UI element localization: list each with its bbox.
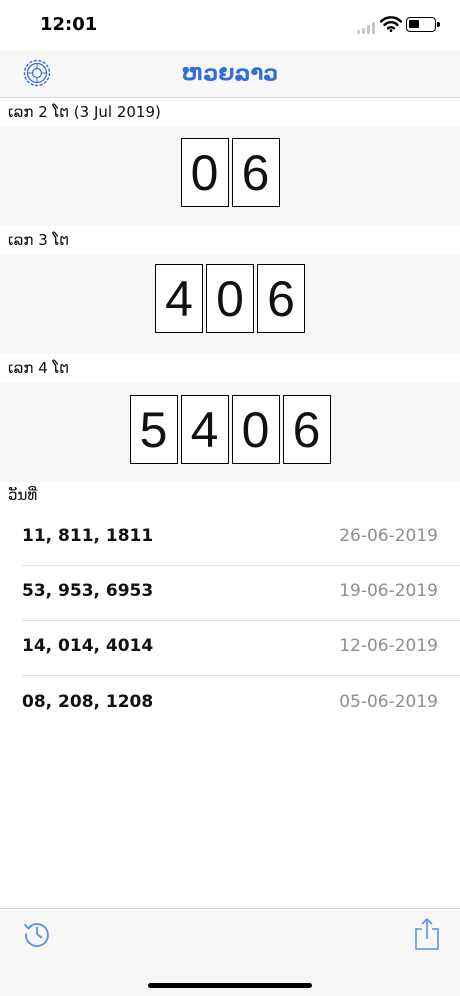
two-digit-panel: 0 6 xyxy=(0,126,460,226)
digit-box: 6 xyxy=(257,264,305,333)
digit-box: 4 xyxy=(180,395,229,464)
history-date: 05-06-2019 xyxy=(339,692,438,712)
bottom-toolbar xyxy=(0,908,460,996)
history-numbers: 14, 014, 4014 xyxy=(22,636,154,656)
app-screen: 12:01 ຫວຍລາວ ເລກ 2 ໂຕ (3 Jul 2019) 0 6 ເ… xyxy=(0,0,460,996)
digit-box: 0 xyxy=(231,395,280,464)
three-digit-row: 4 0 6 xyxy=(0,264,460,333)
digit-box: 6 xyxy=(282,395,331,464)
history-row[interactable]: 53, 953, 6953 19-06-2019 xyxy=(22,565,460,621)
four-digit-panel: 5 4 0 6 xyxy=(0,382,460,482)
digit-box: 5 xyxy=(129,395,178,464)
history-date: 12-06-2019 xyxy=(339,636,438,656)
date-section-header: ວັນທີ່ xyxy=(8,486,38,504)
navigation-bar: ຫວຍລາວ xyxy=(0,50,460,98)
home-indicator xyxy=(148,983,312,988)
history-date: 26-06-2019 xyxy=(339,526,438,546)
three-digit-label: ເລກ 3 ໂຕ xyxy=(8,231,70,249)
battery-icon xyxy=(406,17,440,32)
two-digit-label: ເລກ 2 ໂຕ (3 Jul 2019) xyxy=(8,103,161,121)
history-numbers: 08, 208, 1208 xyxy=(22,692,154,712)
digit-box: 6 xyxy=(231,138,280,207)
two-digit-row: 0 6 xyxy=(0,138,460,207)
digit-box: 0 xyxy=(180,138,229,207)
wifi-icon xyxy=(380,16,402,32)
history-numbers: 11, 811, 1811 xyxy=(22,526,154,546)
history-icon[interactable] xyxy=(22,919,52,949)
status-bar: 12:01 xyxy=(0,0,460,50)
four-digit-row: 5 4 0 6 xyxy=(0,395,460,464)
page-title: ຫວຍລາວ xyxy=(181,61,279,85)
digit-box: 0 xyxy=(206,264,254,333)
history-row[interactable]: 11, 811, 1811 26-06-2019 xyxy=(22,510,460,566)
status-time: 12:01 xyxy=(40,14,98,35)
history-row[interactable]: 08, 208, 1208 05-06-2019 xyxy=(22,676,460,732)
three-digit-panel: 4 0 6 xyxy=(0,254,460,354)
history-numbers: 53, 953, 6953 xyxy=(22,581,154,601)
history-date: 19-06-2019 xyxy=(339,581,438,601)
four-digit-label: ເລກ 4 ໂຕ xyxy=(8,359,70,377)
cellular-signal-icon xyxy=(357,22,375,34)
digit-box: 4 xyxy=(155,264,203,333)
share-icon[interactable] xyxy=(413,917,441,951)
history-row[interactable]: 14, 014, 4014 12-06-2019 xyxy=(22,620,460,676)
